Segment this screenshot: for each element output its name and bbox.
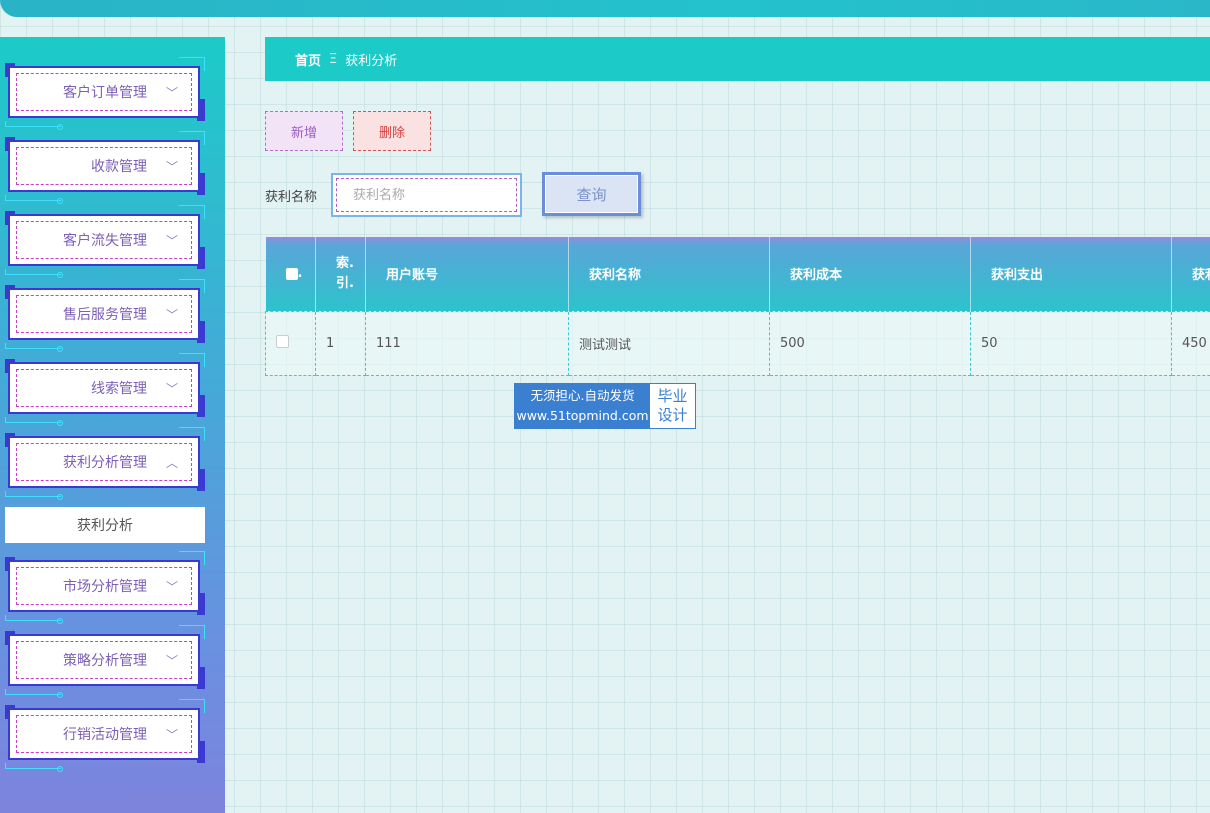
watermark-tag: 设计 (657, 406, 688, 424)
search-field-wrapper (331, 173, 522, 217)
sidebar-item-customer-orders[interactable]: 客户订单管理 ﹀ (5, 57, 205, 130)
sidebar-item-customer-churn[interactable]: 客户流失管理 ﹀ (5, 205, 205, 278)
data-table: . 索. 引. 用户账号 获利名称 获利成本 获利支出 获利 1 111 测试测… (265, 237, 1210, 376)
column-header-account: 用户账号 (365, 237, 569, 311)
table-header-row: . 索. 引. 用户账号 获利名称 获利成本 获利支出 获利 (265, 237, 1210, 311)
cell-cost: 500 (769, 310, 971, 376)
search-input[interactable] (336, 178, 517, 212)
sidebar-item-label: 获利分析管理 (63, 455, 147, 471)
watermark-url: www.51topmind.com (516, 408, 649, 423)
column-header-index: 索. 引. (315, 237, 366, 311)
sidebar-item-label: 客户流失管理 (63, 233, 147, 249)
breadcrumb-home[interactable]: 首页 (295, 50, 321, 69)
cell-account: 111 (365, 310, 569, 376)
column-header-name: 获利名称 (568, 237, 770, 311)
chevron-down-icon: ﹀ (165, 85, 178, 100)
cell-profit: 450 (1171, 310, 1210, 376)
chevron-down-icon: ﹀ (165, 307, 178, 322)
sidebar-item-label: 售后服务管理 (63, 307, 147, 323)
select-all-header[interactable]: . (265, 237, 316, 311)
chevron-down-icon: ﹀ (165, 381, 178, 396)
sidebar-item-label: 行销活动管理 (63, 727, 147, 743)
select-all-checkbox[interactable] (285, 267, 298, 280)
breadcrumb-separator-icon: Ξ (329, 51, 338, 67)
search-label: 获利名称 (265, 190, 318, 205)
sidebar-item-label: 收款管理 (91, 159, 147, 175)
sidebar-item-marketing-campaigns[interactable]: 行销活动管理 ﹀ (5, 699, 205, 772)
chevron-down-icon: ﹀ (165, 233, 178, 248)
chevron-down-icon: ﹀ (165, 653, 178, 668)
sidebar-item-label: 客户订单管理 (63, 85, 147, 101)
top-banner (0, 0, 1210, 17)
row-checkbox[interactable] (276, 334, 289, 348)
chevron-down-icon: ﹀ (165, 579, 178, 594)
sidebar-item-leads[interactable]: 线索管理 ﹀ (5, 353, 205, 426)
column-header-profit: 获利 (1171, 237, 1210, 311)
row-select-cell[interactable] (265, 310, 316, 376)
column-header-expense: 获利支出 (970, 237, 1172, 311)
cell-expense: 50 (970, 310, 1172, 376)
delete-button[interactable]: 删除 (353, 111, 431, 151)
sidebar-item-label: 策略分析管理 (63, 653, 147, 669)
sidebar-item-after-sales[interactable]: 售后服务管理 ﹀ (5, 279, 205, 352)
cell-index: 1 (315, 310, 366, 376)
sidebar-subitem-profit-analysis[interactable]: 获利分析 (5, 507, 205, 543)
watermark-tag: 毕业 (657, 387, 688, 405)
breadcrumb: 首页 Ξ 获利分析 (265, 37, 1210, 81)
breadcrumb-current: 获利分析 (345, 53, 398, 69)
watermark-text: 无须担心.自动发货 (530, 388, 635, 403)
sidebar-item-label: 市场分析管理 (63, 579, 147, 595)
chevron-down-icon: ﹀ (165, 159, 178, 174)
table-row[interactable]: 1 111 测试测试 500 50 450 (265, 310, 1210, 376)
sidebar-item-market-analysis[interactable]: 市场分析管理 ﹀ (5, 551, 205, 624)
add-button[interactable]: 新增 (265, 111, 343, 151)
chevron-down-icon: ﹀ (165, 727, 178, 742)
sidebar-item-strategy-analysis[interactable]: 策略分析管理 ﹀ (5, 625, 205, 698)
sidebar-item-payments[interactable]: 收款管理 ﹀ (5, 131, 205, 204)
query-button[interactable]: 查询 (542, 172, 641, 216)
column-header-cost: 获利成本 (769, 237, 971, 311)
sidebar-item-profit-analysis[interactable]: 获利分析管理 ︿ (5, 427, 205, 500)
watermark-badge: 无须担心.自动发货 www.51topmind.com 毕业 设计 (514, 383, 696, 429)
sidebar: 客户订单管理 ﹀ 收款管理 ﹀ 客户流失管理 ﹀ 售后服务管理 ﹀ 线索管理 ﹀ (0, 37, 225, 813)
sidebar-item-label: 线索管理 (91, 381, 147, 397)
chevron-up-icon: ︿ (165, 455, 178, 470)
cell-name: 测试测试 (568, 310, 770, 376)
